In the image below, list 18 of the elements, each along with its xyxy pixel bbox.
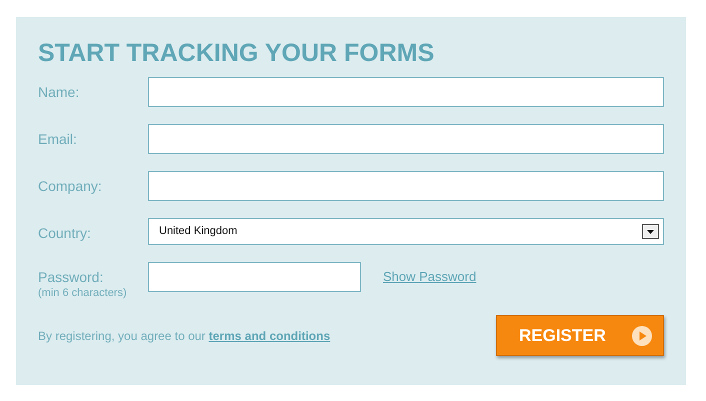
password-field[interactable] — [148, 262, 361, 292]
field-label: Email: — [38, 131, 77, 147]
field-hint: (min 6 characters) — [38, 286, 128, 300]
register-button[interactable]: REGISTER — [496, 315, 664, 356]
show-password-link[interactable]: Show Password — [383, 262, 476, 286]
field-label: Name: — [38, 84, 80, 100]
text-field[interactable] — [148, 124, 664, 154]
field-label: Password: — [38, 269, 104, 285]
text-field[interactable] — [148, 171, 664, 201]
field-label: Company: — [38, 178, 102, 194]
dropdown-caret-icon — [642, 224, 659, 239]
agreement-text: By registering, you agree to our terms and conditions — [38, 328, 330, 344]
form-title: START TRACKING YOUR FORMS — [38, 39, 436, 67]
terms-link[interactable]: terms and conditions — [208, 328, 330, 342]
country-select[interactable]: United Kingdom — [148, 218, 664, 245]
field-label: Country: — [38, 225, 91, 241]
play-circle-icon — [631, 324, 653, 346]
text-field[interactable] — [148, 77, 664, 107]
